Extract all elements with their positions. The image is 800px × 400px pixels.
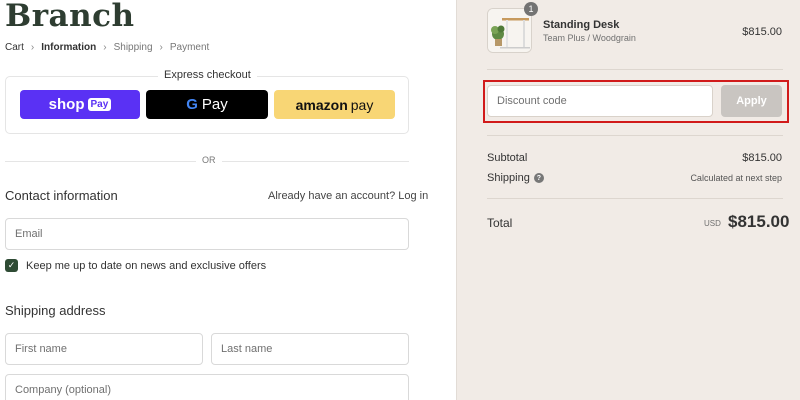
quantity-badge: 1 xyxy=(524,2,538,16)
currency-code: USD xyxy=(704,219,721,228)
order-summary-panel xyxy=(456,0,800,400)
product-thumbnail xyxy=(487,8,532,53)
subtotal-value: $815.00 xyxy=(742,152,782,164)
chevron-right-icon: › xyxy=(159,42,163,53)
email-input[interactable]: Email xyxy=(5,218,409,250)
last-name-input[interactable]: Last name xyxy=(211,333,409,365)
breadcrumb-information: Information xyxy=(41,42,97,53)
shop-pay-badge: Pay xyxy=(87,98,112,111)
first-name-input[interactable]: First name xyxy=(5,333,203,365)
discount-code-input[interactable]: Discount code xyxy=(487,85,713,117)
amazon-pay-label: pay xyxy=(350,96,374,113)
product-price: $815.00 xyxy=(742,26,782,38)
or-label: OR xyxy=(196,155,222,165)
login-prompt: Already have an account? Log in xyxy=(268,190,428,202)
login-link[interactable]: Log in xyxy=(398,190,428,202)
total-value: $815.00 xyxy=(728,212,790,231)
apply-discount-button[interactable]: Apply xyxy=(721,85,782,117)
product-name: Standing Desk xyxy=(543,19,620,31)
google-pay-label: Pay xyxy=(201,96,228,113)
chevron-right-icon: › xyxy=(30,42,35,53)
breadcrumb: Cart › Information › Shipping › Payment xyxy=(5,42,209,53)
shipping-value: Calculated at next step xyxy=(690,173,782,183)
newsletter-label: Keep me up to date on news and exclusive… xyxy=(26,260,267,272)
summary-divider xyxy=(487,135,783,136)
shop-pay-button[interactable]: shop Pay xyxy=(20,90,140,119)
chevron-right-icon: › xyxy=(103,42,107,53)
brand-logo: Branch xyxy=(5,0,135,34)
checkmark-icon: ✓ xyxy=(7,260,16,270)
newsletter-checkbox[interactable]: ✓ xyxy=(5,259,18,272)
total-label: Total xyxy=(487,216,513,230)
breadcrumb-payment: Payment xyxy=(169,42,210,53)
summary-divider xyxy=(487,69,783,70)
contact-info-title: Contact information xyxy=(5,188,118,203)
standing-desk-image xyxy=(488,9,531,52)
subtotal-label: Subtotal xyxy=(487,152,528,164)
login-prompt-text: Already have an account? xyxy=(268,190,396,202)
google-g-icon: G xyxy=(186,96,198,113)
breadcrumb-cart[interactable]: Cart xyxy=(5,42,24,53)
product-variant: Team Plus / Woodgrain xyxy=(543,33,636,43)
shipping-label: Shipping xyxy=(487,172,530,184)
shop-pay-wordmark: shop xyxy=(48,96,85,113)
shipping-row: Shipping? xyxy=(487,172,544,184)
amazon-wordmark: amazon xyxy=(295,96,348,113)
breadcrumb-shipping: Shipping xyxy=(113,42,153,53)
shipping-address-title: Shipping address xyxy=(5,303,106,318)
company-input[interactable]: Company (optional) xyxy=(5,374,409,400)
express-checkout-title: Express checkout xyxy=(158,69,257,81)
summary-divider xyxy=(487,198,783,199)
amazon-pay-button[interactable]: amazon pay xyxy=(274,90,395,119)
google-pay-button[interactable]: G Pay xyxy=(146,90,268,119)
help-icon[interactable]: ? xyxy=(533,173,544,184)
